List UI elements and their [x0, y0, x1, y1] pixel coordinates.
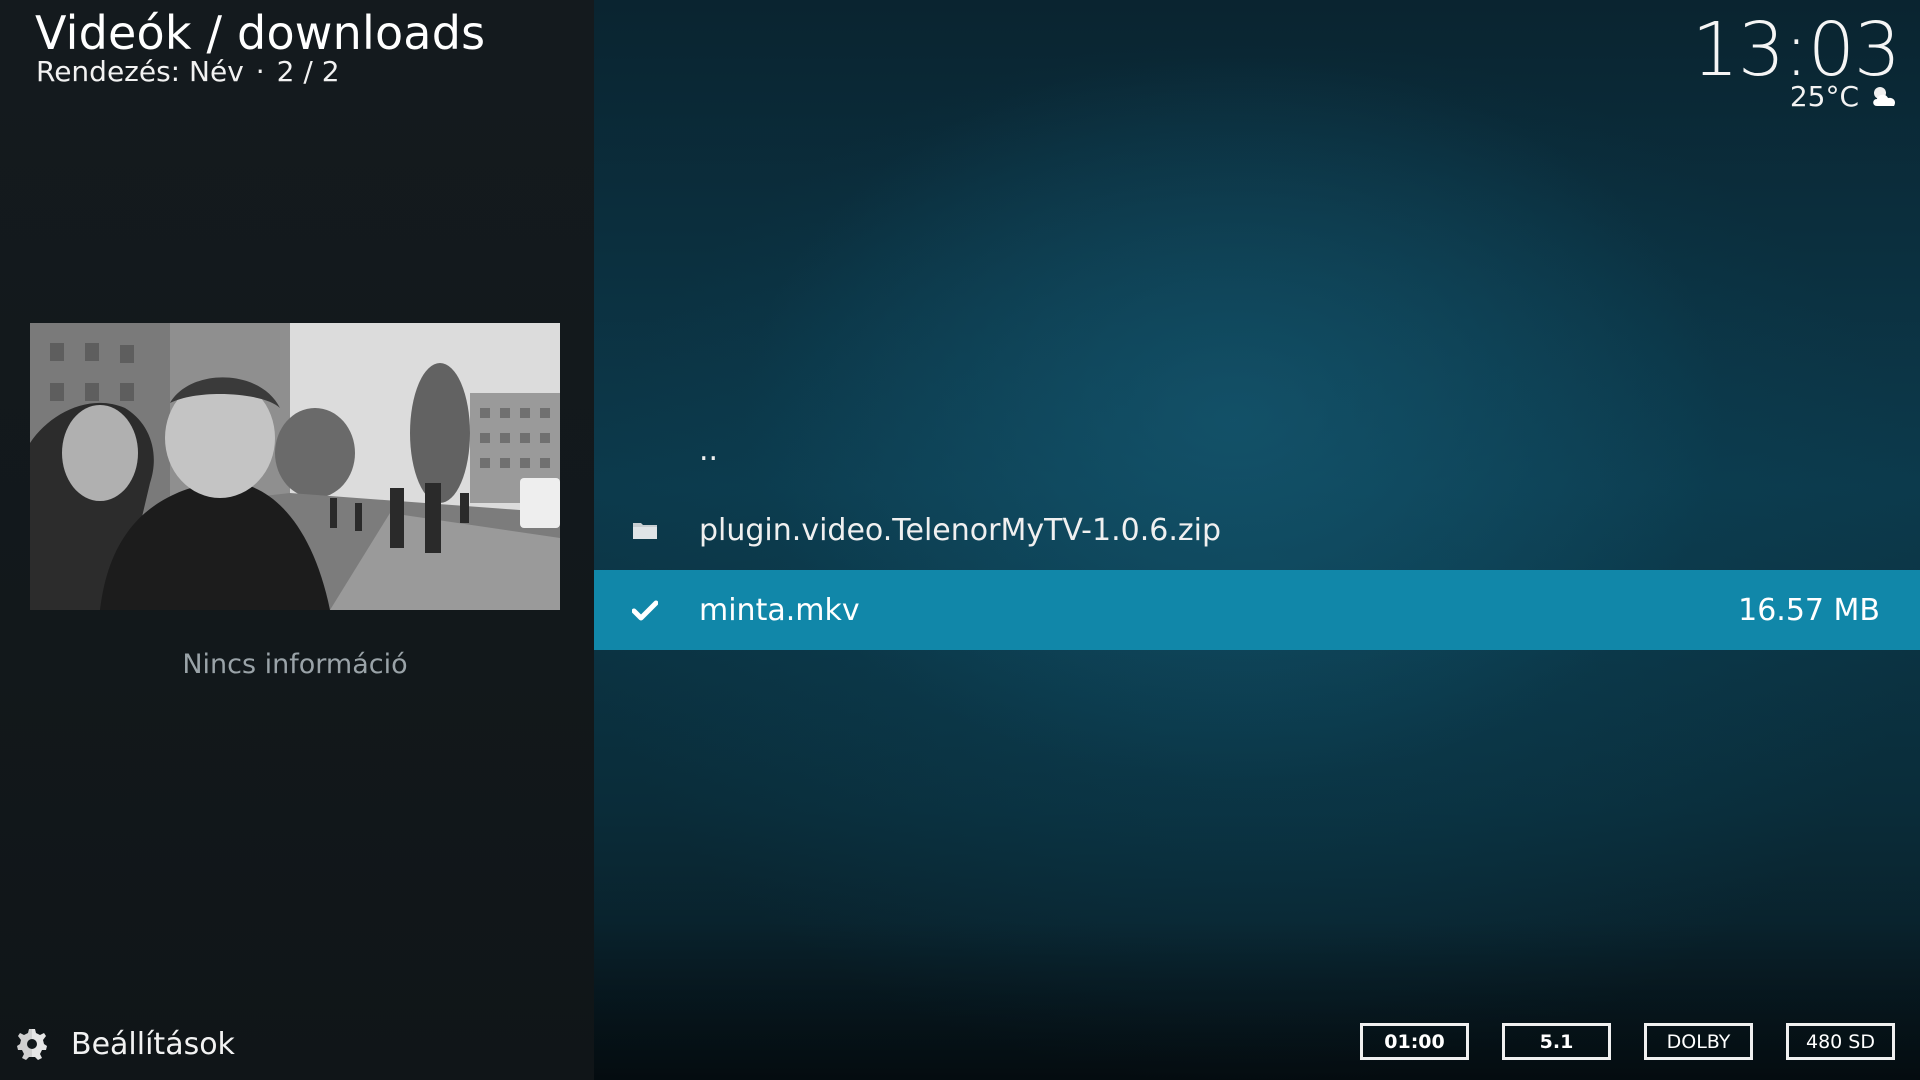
list-item-plugin-zip[interactable]: plugin.video.TelenorMyTV-1.0.6.zip — [594, 490, 1920, 570]
list-item-label: plugin.video.TelenorMyTV-1.0.6.zip — [699, 512, 1221, 548]
audio-channels-badge: 5.1 — [1502, 1023, 1611, 1060]
item-position: 2 / 2 — [276, 55, 340, 88]
no-info-text: Nincs információ — [182, 649, 408, 680]
weather-info: 25°C — [1790, 78, 1899, 114]
settings-label: Beállítások — [71, 1026, 235, 1062]
video-resolution-badge: 480 SD — [1786, 1023, 1895, 1060]
settings-icon — [12, 1024, 52, 1064]
file-size: 16.57 MB — [1738, 592, 1880, 628]
audio-codec-badge: DOLBY — [1644, 1023, 1753, 1060]
kodi-video-browser: Videók / downloads Rendezés: Név·2 / 2 — [0, 0, 1920, 1080]
list-item-label: .. — [699, 432, 719, 468]
separator: · — [255, 55, 265, 88]
duration-badge: 01:00 — [1360, 1023, 1469, 1060]
checkmark-icon — [630, 595, 660, 625]
sort-label[interactable]: Rendezés: Név — [36, 55, 244, 88]
settings-button[interactable]: Beállítások — [12, 1022, 235, 1066]
media-info-badges: 01:00 5.1 DOLBY 480 SD — [1327, 1023, 1895, 1060]
partly-cloudy-icon — [1869, 84, 1899, 108]
folder-icon — [630, 515, 660, 545]
file-list: .. plugin.video.TelenorMyTV-1.0.6.zip mi… — [594, 410, 1920, 650]
list-item-parent[interactable]: .. — [594, 410, 1920, 490]
temperature: 25°C — [1789, 79, 1859, 113]
info-panel: Videók / downloads Rendezés: Név·2 / 2 — [0, 0, 594, 1080]
video-thumbnail — [30, 323, 560, 610]
list-item-label: minta.mkv — [699, 592, 860, 628]
list-item-minta-mkv[interactable]: minta.mkv 16.57 MB — [594, 570, 1920, 650]
sort-status: Rendezés: Név · 2 / 2 — [36, 54, 340, 90]
